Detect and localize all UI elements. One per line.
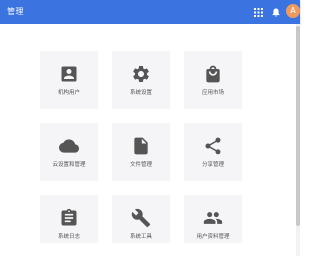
- notification-icon: [272, 8, 280, 17]
- vertical-scrollbar[interactable]: [296, 24, 300, 256]
- wrench-icon: [131, 208, 151, 228]
- tile-label: 分享管理: [201, 162, 224, 168]
- tile-label: 机构用户: [57, 90, 80, 96]
- tile-file-management[interactable]: 文件管理: [112, 123, 170, 181]
- apps-grid-icon: [253, 7, 263, 17]
- notifications-button[interactable]: [267, 3, 285, 21]
- clipboard-icon: [61, 208, 77, 226]
- tile-institution-users[interactable]: 机构用户: [40, 51, 98, 109]
- apps-button[interactable]: [249, 3, 267, 21]
- share-icon: [205, 137, 221, 155]
- cloud-icon: [59, 139, 79, 153]
- tile-label: 用户资料管理: [196, 234, 230, 240]
- people-icon: [203, 212, 223, 224]
- tile-share-management[interactable]: 分享管理: [184, 123, 242, 181]
- app-bar: 管理 A: [0, 0, 300, 24]
- file-icon: [134, 137, 148, 155]
- tile-system-settings[interactable]: 系统设置: [112, 51, 170, 109]
- admin-dashboard: 机构用户 系统设置 应用市场 云设置和管理 文件管理 分享管理 系统日志 系统工…: [0, 24, 296, 256]
- tile-label: 文件管理: [129, 162, 152, 168]
- tile-system-tools[interactable]: 系统工具: [112, 195, 170, 243]
- tile-system-log[interactable]: 系统日志: [40, 195, 98, 243]
- tile-cloud-settings[interactable]: 云设置和管理: [40, 123, 98, 181]
- account-box-icon: [61, 66, 77, 82]
- shopping-bag-icon: [206, 65, 220, 83]
- tile-label: 系统日志: [57, 234, 80, 240]
- app-title: 管理: [7, 7, 24, 16]
- tile-label: 系统工具: [129, 234, 152, 240]
- tile-label: 应用市场: [201, 90, 224, 96]
- gear-icon: [133, 66, 149, 82]
- tile-user-profile-management[interactable]: 用户资料管理: [184, 195, 242, 243]
- scrollbar-thumb[interactable]: [296, 26, 300, 226]
- tile-label: 云设置和管理: [52, 162, 86, 168]
- tile-app-market[interactable]: 应用市场: [184, 51, 242, 109]
- tile-label: 系统设置: [129, 90, 152, 96]
- avatar[interactable]: A: [286, 4, 300, 18]
